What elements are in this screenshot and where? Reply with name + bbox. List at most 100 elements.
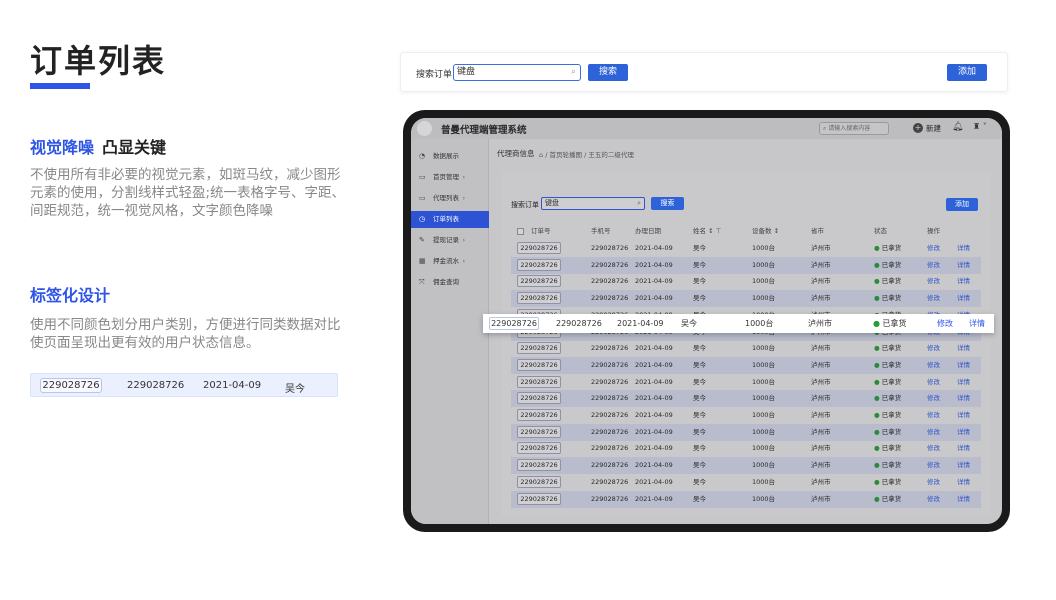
cell-phone: 229028726: [591, 494, 629, 503]
cell-phone: 229028726: [591, 411, 629, 419]
detail-link[interactable]: 详情: [957, 357, 970, 374]
order-tag-chip: 229028726: [517, 358, 561, 371]
cell-city: 泸州市: [811, 344, 831, 353]
highlighted-table-row[interactable]: 229028726 229028726 2021-04-09 吴今 1000台 …: [483, 314, 994, 333]
cell-date: 2021-04-09: [635, 244, 673, 252]
edit-link[interactable]: 修改: [927, 390, 940, 407]
col-status: 状态: [874, 227, 887, 235]
home-icon[interactable]: ⌂: [539, 151, 543, 159]
edit-link[interactable]: 修改: [927, 424, 940, 441]
sidebar-item[interactable]: ✎ 提现记录 ›: [411, 232, 489, 249]
cell-phone: 229028726: [591, 427, 629, 436]
sidebar-item[interactable]: ◷ 订单列表: [411, 211, 489, 228]
search-input[interactable]: 键盘 ⌕: [453, 64, 581, 81]
order-tag-chip: 229028726: [489, 317, 539, 330]
cell-name: 吴今: [693, 360, 706, 369]
cell-phone: 229028726: [591, 461, 629, 470]
edit-link[interactable]: 修改: [927, 240, 940, 257]
table-row[interactable]: 229028726 229028726 2021-04-09 吴今 1000台 泸州市 ● …: [511, 273, 981, 290]
user-menu-icon[interactable]: ♜ ˅: [973, 122, 987, 131]
content-add-button[interactable]: 添加: [946, 198, 978, 211]
detail-link[interactable]: 详情: [957, 491, 970, 508]
edit-link[interactable]: 修改: [927, 457, 940, 474]
detail-link[interactable]: 详情: [957, 424, 970, 441]
order-tag-chip: 229028726: [517, 258, 561, 271]
detail-link[interactable]: 详情: [957, 340, 970, 357]
sidebar-item-label: 代理列表: [433, 194, 459, 202]
edit-link[interactable]: 修改: [937, 314, 953, 333]
select-all-checkbox[interactable]: [517, 228, 524, 235]
edit-link[interactable]: 修改: [927, 474, 940, 491]
edit-link[interactable]: 修改: [927, 257, 940, 274]
edit-link[interactable]: 修改: [927, 440, 940, 457]
edit-link[interactable]: 修改: [927, 273, 940, 290]
sidebar-item[interactable]: ▭ 首页管理 ›: [411, 169, 489, 186]
cell-name: 吴今: [693, 411, 706, 419]
bell-icon[interactable]: 🔔︎: [952, 122, 963, 132]
plus-icon[interactable]: +: [913, 123, 923, 133]
sidebar-item-icon: ⤧: [419, 278, 425, 286]
table-row[interactable]: 229028726 229028726 2021-04-09 吴今 1000台 泸州市 ● …: [511, 256, 981, 274]
add-button[interactable]: 添加: [947, 64, 987, 81]
order-tag-chip: 229028726: [517, 242, 561, 254]
section-title-visual-noise: 视觉降噪 凸显关键: [30, 134, 166, 158]
table-row[interactable]: 229028726 229028726 2021-04-09 吴今 1000台 泸州市 ● …: [511, 407, 981, 424]
cell-date: 2021-04-09: [635, 444, 673, 453]
col-devices[interactable]: 设备数 ↕: [752, 223, 779, 240]
detail-link[interactable]: 详情: [957, 457, 970, 474]
detail-link[interactable]: 详情: [957, 374, 970, 391]
table-row[interactable]: 229028726 229028726 2021-04-09 吴今 1000台 泸州市 ● …: [511, 423, 981, 441]
detail-link[interactable]: 详情: [957, 474, 970, 491]
table-row[interactable]: 229028726 229028726 2021-04-09 吴今 1000台 泸州市 ● …: [511, 356, 981, 374]
status-badge: ● 已拿货: [874, 360, 902, 369]
search-button[interactable]: 搜索: [588, 64, 628, 81]
header-search-input[interactable]: ⌕ 请输入搜索内容: [819, 122, 889, 135]
cell-date: 2021-04-09: [635, 344, 673, 353]
cell-date: 2021-04-09: [635, 411, 673, 419]
detail-link[interactable]: 详情: [957, 273, 970, 290]
sidebar-item[interactable]: ⤧ 佣金查询: [411, 274, 489, 291]
cell-date: 2021-04-09: [635, 477, 673, 486]
detail-link[interactable]: 详情: [957, 257, 970, 274]
cell-city: 泸州市: [811, 277, 831, 286]
table-row[interactable]: 229028726 229028726 2021-04-09 吴今 1000台 泸州市 ● …: [511, 490, 981, 508]
detail-link[interactable]: 详情: [969, 314, 985, 333]
content-search-input[interactable]: 键盘 ⌕: [541, 197, 645, 210]
edit-link[interactable]: 修改: [927, 491, 940, 508]
cell-date: 2021-04-09: [635, 394, 673, 403]
breadcrumb-item-carousel[interactable]: 首页轮播图: [549, 151, 582, 159]
table-row[interactable]: 229028726 229028726 2021-04-09 吴今 1000台 泸州市 ● …: [511, 440, 981, 457]
edit-link[interactable]: 修改: [927, 407, 940, 424]
table-row[interactable]: 229028726 229028726 2021-04-09 吴今 1000台 泸州市 ● …: [511, 290, 981, 308]
detail-link[interactable]: 详情: [957, 407, 970, 424]
detail-link[interactable]: 详情: [957, 440, 970, 457]
table-row[interactable]: 229028726 229028726 2021-04-09 吴今 1000台 泸州市 ● …: [511, 240, 981, 257]
detail-link[interactable]: 详情: [957, 240, 970, 257]
status-badge: ● 已拿货: [874, 294, 902, 303]
edit-link[interactable]: 修改: [927, 290, 940, 307]
cell-date: 2021-04-09: [635, 494, 673, 503]
edit-link[interactable]: 修改: [927, 340, 940, 357]
sidebar-item[interactable]: ▦ 押金流水 ›: [411, 253, 489, 270]
table-row[interactable]: 229028726 229028726 2021-04-09 吴今 1000台 泸州市 ● …: [511, 457, 981, 475]
table-row[interactable]: 229028726 229028726 2021-04-09 吴今 1000台 泸州市 ● …: [511, 474, 981, 491]
cell-city: 泸州市: [811, 377, 831, 386]
edit-link[interactable]: 修改: [927, 357, 940, 374]
col-name[interactable]: 姓名 ↕ ⊤: [693, 223, 721, 240]
sidebar-item[interactable]: ▭ 代理列表 ›: [411, 190, 489, 207]
table-row[interactable]: 229028726 229028726 2021-04-09 吴今 1000台 泸州市 ● …: [511, 390, 981, 408]
section-title-dark: 凸显关键: [102, 138, 167, 157]
content-search-button[interactable]: 搜索: [651, 197, 684, 210]
content-search-label: 搜索订单: [511, 201, 539, 209]
status-badge: ● 已拿货: [874, 344, 902, 353]
table-row[interactable]: 229028726 229028726 2021-04-09 吴今 1000台 泸州市 ● …: [511, 374, 981, 391]
detail-link[interactable]: 详情: [957, 290, 970, 307]
new-button[interactable]: 新建: [926, 123, 941, 134]
edit-link[interactable]: 修改: [927, 374, 940, 391]
sidebar-item[interactable]: ◔ 数据展示: [411, 148, 489, 165]
table-row[interactable]: 229028726 229028726 2021-04-09 吴今 1000台 泸州市 ● …: [511, 340, 981, 357]
col-city: 省市: [811, 227, 824, 235]
sidebar-item-icon: ▭: [419, 194, 426, 202]
detail-link[interactable]: 详情: [957, 390, 970, 407]
sidebar-item-label: 佣金查询: [433, 278, 459, 286]
